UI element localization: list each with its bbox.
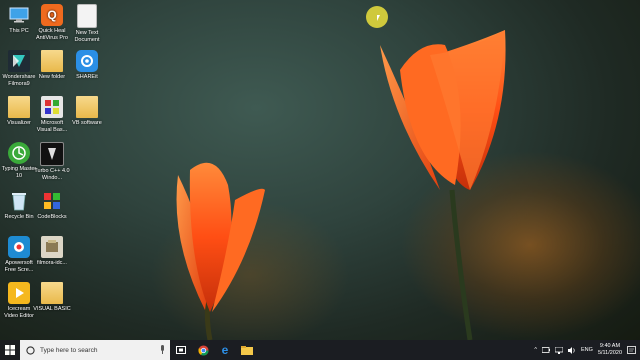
desktop-icon-visual-basic-folder[interactable]: VISUAL BASIC xyxy=(33,282,71,313)
icon-label: Microsoft Visual Bas... xyxy=(36,120,68,133)
desktop-icon-vb-software[interactable]: VB software xyxy=(68,96,106,127)
text-document-icon xyxy=(77,4,97,28)
task-view-button[interactable] xyxy=(170,340,192,360)
show-hidden-icons-icon[interactable]: ^ xyxy=(534,347,537,353)
desktop-icon-visual-basic[interactable]: Microsoft Visual Bas... xyxy=(33,96,71,133)
desktop-icon-turbo-cpp[interactable]: Turbo C++ 4.0 Windo... xyxy=(33,142,71,181)
desktop-icon-filmora-installer[interactable]: filmora-idc... xyxy=(33,236,71,267)
microphone-icon[interactable] xyxy=(160,341,165,359)
search-icon xyxy=(26,345,35,355)
desktop-icon-shareit[interactable]: SHAREit xyxy=(68,50,106,81)
icon-label: filmora-idc... xyxy=(37,260,67,266)
desktop-icon-codeblocks[interactable]: CodeBlocks xyxy=(33,190,71,221)
system-tray: ^ ENG 9:40 AM 5/11/2020 xyxy=(534,340,640,360)
edge-icon: e xyxy=(221,343,229,357)
taskbar-search-box[interactable]: Type here to search xyxy=(20,340,170,360)
shareit-icon xyxy=(76,50,98,72)
folder-icon xyxy=(41,282,63,304)
icon-label: Turbo C++ 4.0 Windo... xyxy=(34,168,70,181)
folder-icon xyxy=(8,96,30,118)
clock[interactable]: 9:40 AM 5/11/2020 xyxy=(598,343,622,357)
language-indicator[interactable]: ENG xyxy=(581,347,593,353)
desktop-icon-new-folder[interactable]: New folder xyxy=(33,50,71,81)
desktop-icon-quick-heal[interactable]: Q Quick Heal AntiVirus Pro xyxy=(33,4,71,41)
apowersoft-icon xyxy=(8,236,30,258)
taskbar-file-explorer-button[interactable] xyxy=(236,340,258,360)
taskbar-chrome-button[interactable] xyxy=(192,340,214,360)
icon-label: SHAREit xyxy=(76,74,98,80)
quickheal-icon: Q xyxy=(41,4,63,26)
icon-label: CodeBlocks xyxy=(37,214,67,220)
taskbar: Type here to search e ^ ENG 9:40 AM 5/11… xyxy=(0,340,640,360)
clock-date: 5/11/2020 xyxy=(597,350,622,356)
icon-label: New folder xyxy=(38,74,66,80)
folder-icon xyxy=(76,96,98,118)
recycle-bin-icon xyxy=(8,190,30,212)
battery-icon[interactable] xyxy=(542,347,551,353)
taskbar-edge-button[interactable]: e xyxy=(214,340,236,360)
notifications-icon[interactable] xyxy=(627,345,636,355)
network-icon[interactable] xyxy=(555,346,564,354)
icon-label: New Text Document xyxy=(74,30,100,43)
mouse-pointer-icon xyxy=(377,15,380,21)
folder-icon xyxy=(41,50,63,72)
codeblocks-icon xyxy=(41,190,63,212)
volume-icon[interactable] xyxy=(568,346,576,354)
typing-master-icon xyxy=(8,142,30,164)
chrome-icon xyxy=(197,344,209,356)
task-view-icon xyxy=(176,346,186,354)
start-button[interactable] xyxy=(0,340,20,360)
turbo-cpp-icon xyxy=(40,142,64,166)
search-placeholder: Type here to search xyxy=(40,346,98,354)
desktop-icon-new-text-document[interactable]: New Text Document xyxy=(68,4,106,43)
clock-time: 9:40 AM xyxy=(599,343,621,349)
computer-icon xyxy=(8,4,30,26)
file-explorer-icon xyxy=(241,345,253,355)
windows-logo-icon xyxy=(5,345,15,355)
icon-label: Quick Heal AntiVirus Pro xyxy=(36,28,68,41)
icon-label: VISUAL BASIC xyxy=(33,306,71,312)
installer-icon xyxy=(41,236,63,258)
icecream-icon xyxy=(8,282,30,304)
filmora-icon xyxy=(8,50,30,72)
icon-label: VB software xyxy=(72,120,102,126)
visual-basic-icon xyxy=(41,96,63,118)
